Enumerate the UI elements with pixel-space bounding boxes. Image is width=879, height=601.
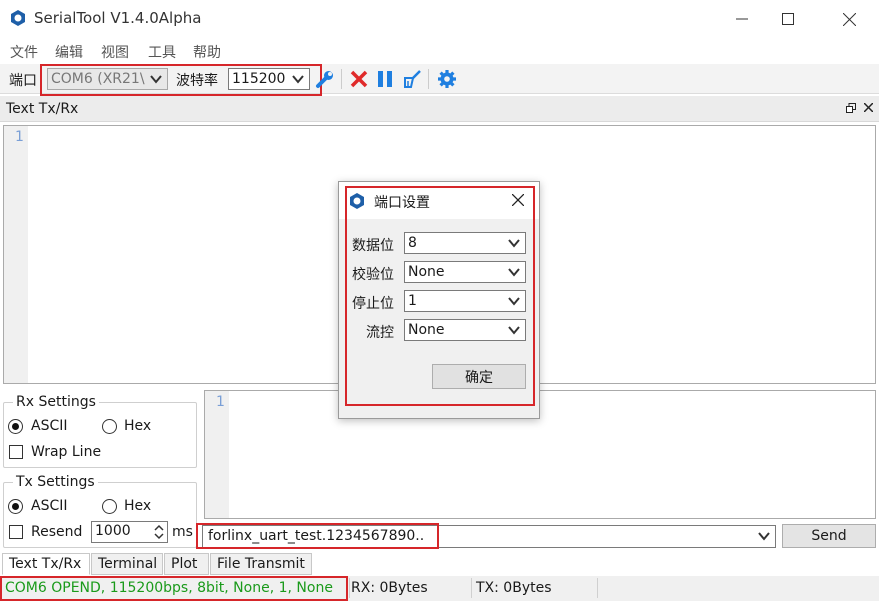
menu-bar: 文件 编辑 视图 工具 帮助	[0, 38, 879, 64]
port-settings-dialog: 端口设置 数据位 8 校验位 None 停止位 1 流控 None 确定	[338, 181, 540, 419]
close-dock-icon[interactable]	[864, 103, 873, 112]
float-dock-icon[interactable]	[846, 103, 856, 113]
status-separator	[471, 578, 472, 598]
title-bar: SerialTool V1.4.0Alpha	[0, 0, 879, 38]
disconnect-x-icon	[350, 70, 368, 88]
chevron-down-icon	[508, 326, 520, 335]
chevron-down-icon	[508, 297, 520, 306]
maximize-button[interactable]	[761, 0, 815, 38]
dock-header: Text Tx/Rx	[0, 96, 879, 122]
port-settings-button[interactable]	[314, 68, 336, 90]
settings-button[interactable]	[436, 68, 458, 90]
menu-help[interactable]: 帮助	[193, 42, 221, 62]
menu-view[interactable]: 视图	[101, 42, 129, 62]
stop-bits-label: 停止位	[352, 296, 394, 312]
rx-hex-label: Hex	[124, 418, 152, 434]
data-bits-label: 数据位	[352, 238, 394, 254]
spin-arrows-icon[interactable]	[153, 524, 165, 540]
tab-terminal[interactable]: Terminal	[91, 553, 163, 575]
dialog-title-bar: 端口设置	[339, 182, 539, 219]
clear-brush-icon	[404, 70, 421, 88]
chevron-down-icon	[290, 71, 306, 87]
clear-button[interactable]	[401, 68, 423, 90]
pause-button[interactable]	[374, 68, 396, 90]
tab-plot[interactable]: Plot	[164, 553, 209, 575]
dock-title: Text Tx/Rx	[6, 101, 79, 117]
send-history-input[interactable]: forlinx_uart_test.1234567890..	[202, 525, 776, 548]
rx-line-number: 1	[15, 129, 24, 145]
tx-text-area[interactable]: 1	[204, 390, 876, 519]
port-select-value: COM6 (XR21\	[51, 71, 145, 87]
status-separator	[349, 578, 350, 598]
parity-value: None	[408, 264, 445, 280]
wrap-line-label: Wrap Line	[31, 444, 102, 460]
parity-select[interactable]: None	[404, 261, 526, 283]
tx-hex-label: Hex	[124, 498, 152, 514]
data-bits-value: 8	[408, 235, 417, 251]
wrench-icon	[316, 71, 333, 88]
parity-label: 校验位	[352, 267, 394, 283]
app-logo-icon	[11, 10, 25, 26]
resend-unit-label: ms	[172, 524, 193, 540]
tab-file-transmit[interactable]: File Transmit	[210, 553, 312, 575]
status-separator	[597, 578, 598, 598]
flow-control-label: 流控	[366, 325, 394, 341]
tx-settings-title: Tx Settings	[13, 474, 98, 490]
window-title: SerialTool V1.4.0Alpha	[34, 9, 202, 27]
connection-status: COM6 OPEND, 115200bps, 8bit, None, 1, No…	[5, 580, 333, 596]
close-icon	[842, 12, 856, 26]
flow-control-value: None	[408, 322, 445, 338]
close-icon[interactable]	[512, 194, 524, 206]
stop-bits-value: 1	[408, 293, 417, 309]
stop-bits-select[interactable]: 1	[404, 290, 526, 312]
menu-file[interactable]: 文件	[10, 42, 38, 62]
maximize-icon	[782, 13, 794, 25]
tx-ascii-label: ASCII	[31, 498, 68, 514]
tab-text-tx-rx[interactable]: Text Tx/Rx	[2, 553, 90, 575]
send-button[interactable]: Send	[782, 524, 876, 548]
rx-ascii-radio[interactable]	[8, 419, 23, 434]
settings-gear-icon	[438, 70, 456, 88]
toolbar-divider	[341, 69, 342, 89]
toolbar: 端口 COM6 (XR21\ 波特率 115200	[0, 64, 879, 96]
close-button[interactable]	[822, 0, 876, 38]
rx-ascii-label: ASCII	[31, 418, 68, 434]
wrap-line-checkbox[interactable]	[9, 445, 23, 459]
tx-byte-count: TX: 0Bytes	[476, 580, 552, 596]
rx-hex-radio[interactable]	[102, 419, 117, 434]
dialog-title: 端口设置	[374, 195, 430, 211]
chevron-down-icon	[508, 239, 520, 248]
resend-interval-spinbox[interactable]: 1000	[91, 521, 168, 543]
menu-tools[interactable]: 工具	[148, 42, 176, 62]
resend-label: Resend	[31, 524, 83, 540]
minimize-icon	[736, 18, 748, 20]
rx-byte-count: RX: 0Bytes	[351, 580, 428, 596]
baud-select[interactable]: 115200	[228, 68, 310, 90]
tx-line-gutter	[205, 391, 229, 518]
disconnect-button[interactable]	[348, 68, 370, 90]
port-select[interactable]: COM6 (XR21\	[47, 68, 168, 90]
status-bar: COM6 OPEND, 115200bps, 8bit, None, 1, No…	[0, 576, 879, 601]
app-logo-icon	[350, 193, 364, 209]
port-label: 端口	[9, 73, 37, 89]
baud-label: 波特率	[176, 73, 218, 89]
tx-hex-radio[interactable]	[102, 499, 117, 514]
rx-settings-title: Rx Settings	[13, 394, 99, 410]
send-input-value: forlinx_uart_test.1234567890..	[208, 528, 425, 544]
chevron-down-icon[interactable]	[756, 528, 772, 544]
menu-edit[interactable]: 编辑	[55, 42, 83, 62]
rx-line-gutter	[4, 126, 28, 383]
data-bits-select[interactable]: 8	[404, 232, 526, 254]
chevron-down-icon	[508, 268, 520, 277]
tx-ascii-radio[interactable]	[8, 499, 23, 514]
resend-checkbox[interactable]	[9, 525, 23, 539]
ok-button[interactable]: 确定	[432, 364, 526, 389]
flow-control-select[interactable]: None	[404, 319, 526, 341]
chevron-down-icon	[148, 71, 164, 87]
pause-icon	[378, 71, 392, 87]
toolbar-divider	[428, 69, 429, 89]
tx-line-number: 1	[216, 394, 225, 410]
resend-interval-value: 1000	[95, 523, 131, 539]
baud-select-value: 115200	[232, 71, 286, 87]
